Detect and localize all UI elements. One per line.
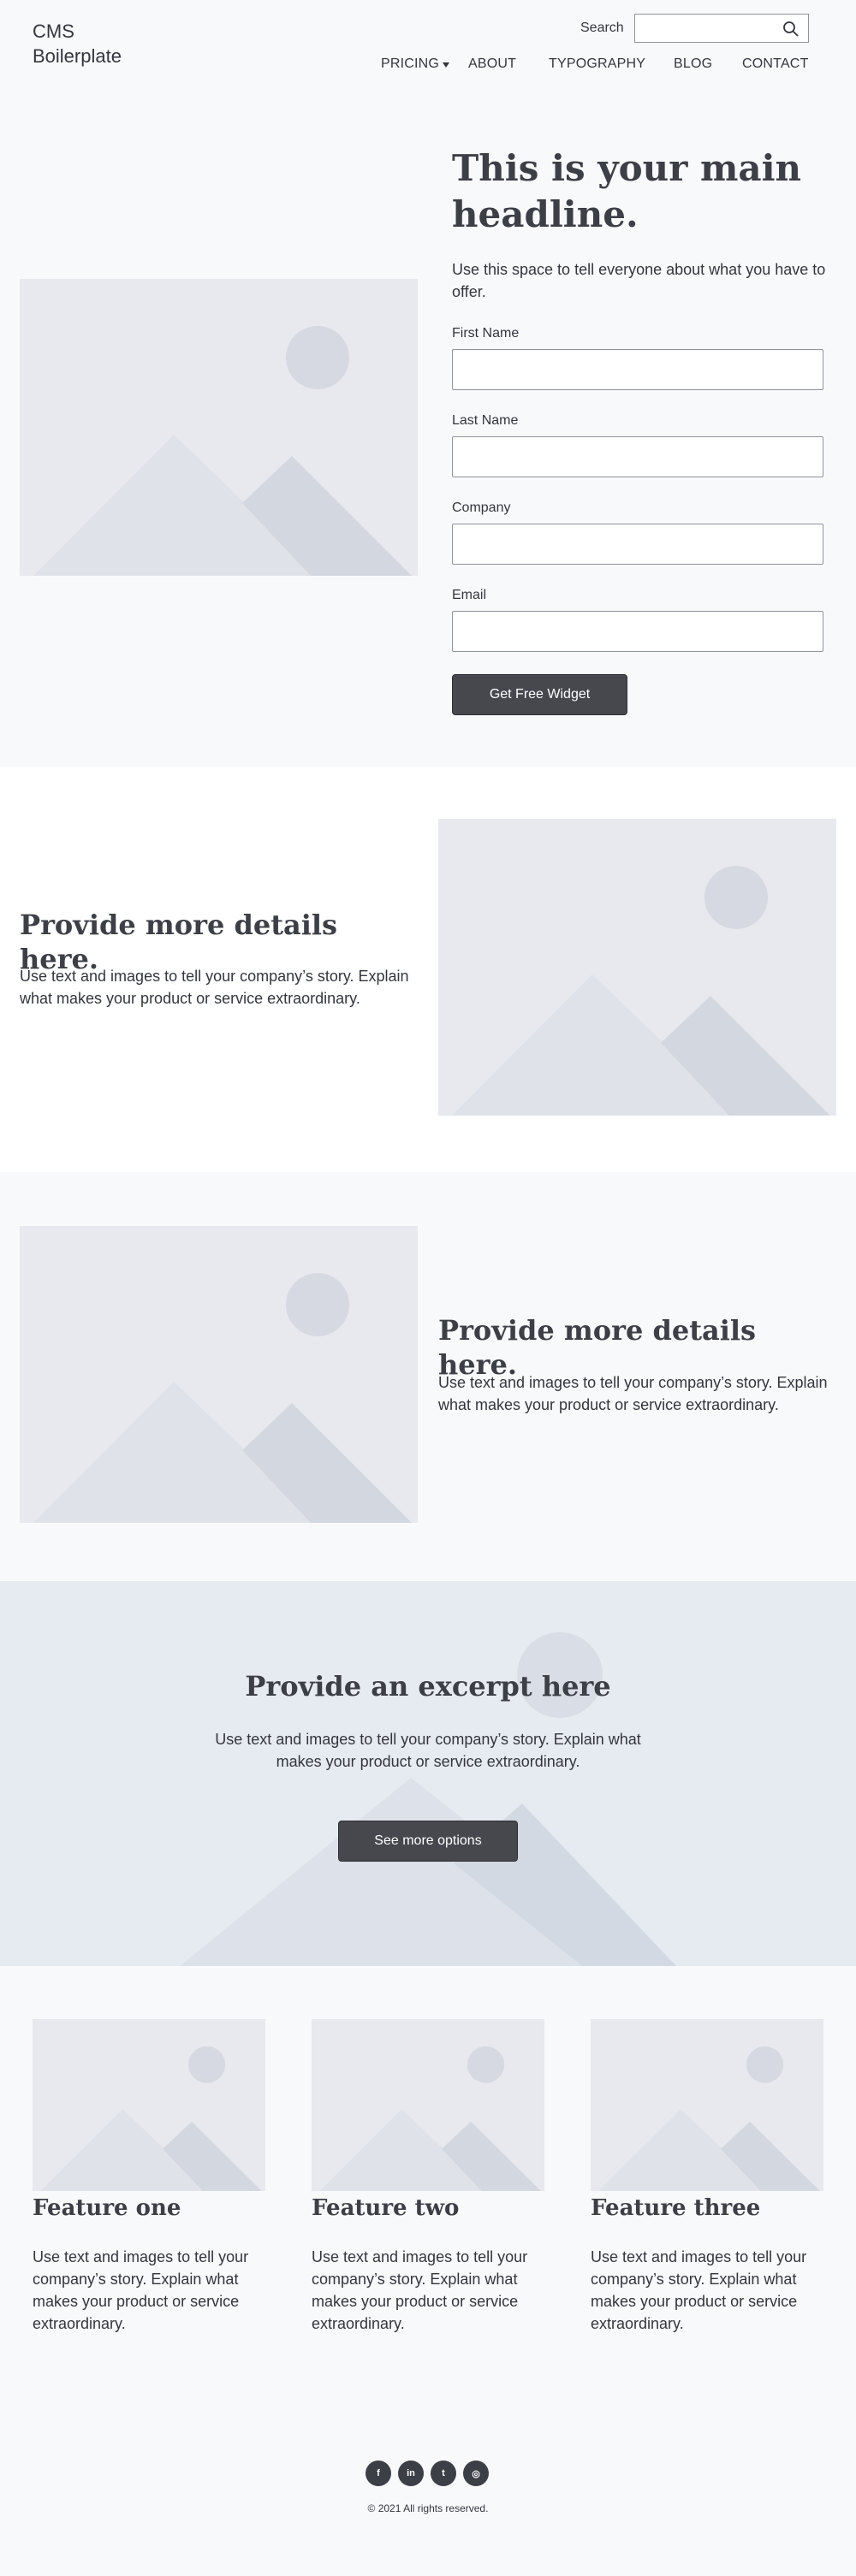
get-free-widget-button[interactable]: Get Free Widget	[452, 674, 627, 715]
excerpt-body: Use text and images to tell your company…	[215, 1731, 641, 1770]
search-icon[interactable]	[782, 21, 800, 38]
details-1-image-placeholder	[438, 819, 836, 1116]
hero-subtitle: Use this space to tell everyone about wh…	[452, 261, 826, 300]
logo-text: CMS Boilerplate	[33, 21, 122, 67]
feature-two-body: Use text and images to tell your company…	[312, 2248, 528, 2332]
feature-one-body: Use text and images to tell your company…	[33, 2248, 249, 2332]
image-placeholder-icon	[591, 2019, 823, 2191]
last-name-field[interactable]	[452, 436, 823, 477]
search-input[interactable]	[634, 14, 809, 43]
nav-pricing[interactable]: PRICING	[381, 56, 439, 72]
first-name-label: First Name	[452, 326, 520, 341]
details-2-body: Use text and images to tell your company…	[438, 1374, 828, 1413]
image-placeholder-icon	[20, 1226, 418, 1523]
see-more-options-button[interactable]: See more options	[338, 1821, 518, 1862]
excerpt-section	[0, 1581, 856, 1966]
feature-two-title: Feature two	[312, 2195, 460, 2221]
image-placeholder-icon	[33, 2019, 265, 2191]
feature-three-image-placeholder	[591, 2019, 823, 2191]
hero-image-placeholder	[20, 279, 418, 576]
image-placeholder-icon	[438, 819, 836, 1116]
image-placeholder-icon	[20, 279, 418, 576]
caret-down-icon[interactable]	[443, 62, 449, 68]
excerpt-title: Provide an excerpt here	[245, 1670, 611, 1703]
linkedin-icon[interactable]: in	[398, 2461, 424, 2486]
details-2-image-placeholder	[20, 1226, 418, 1523]
company-label: Company	[452, 500, 511, 515]
nav-typography[interactable]: TYPOGRAPHY	[549, 56, 645, 72]
feature-three-body: Use text and images to tell your company…	[591, 2248, 807, 2332]
feature-two-image-placeholder	[312, 2019, 544, 2191]
nav-blog[interactable]: BLOG	[674, 56, 712, 72]
last-name-label: Last Name	[452, 413, 519, 428]
first-name-field[interactable]	[452, 349, 823, 390]
hero-headline: This is your main headline.	[452, 147, 802, 235]
twitter-icon[interactable]: t	[431, 2461, 456, 2486]
company-field[interactable]	[452, 524, 823, 565]
instagram-icon[interactable]: ◎	[463, 2461, 489, 2486]
nav-about[interactable]: ABOUT	[468, 56, 516, 72]
image-placeholder-icon	[312, 2019, 544, 2191]
email-label: Email	[452, 588, 487, 602]
feature-one-title: Feature one	[33, 2195, 181, 2221]
excerpt-background-art	[180, 1632, 676, 1966]
email-field[interactable]	[452, 611, 823, 652]
copyright-text: © 2021 All rights reserved.	[367, 2502, 489, 2514]
search-label: Search	[580, 21, 624, 35]
site-logo[interactable]: CMS Boilerplate	[33, 19, 135, 68]
facebook-icon[interactable]: f	[366, 2461, 391, 2486]
feature-three-title: Feature three	[591, 2195, 761, 2221]
nav-contact[interactable]: CONTACT	[742, 56, 809, 72]
feature-one-image-placeholder	[33, 2019, 265, 2191]
details-1-body: Use text and images to tell your company…	[20, 968, 409, 1007]
